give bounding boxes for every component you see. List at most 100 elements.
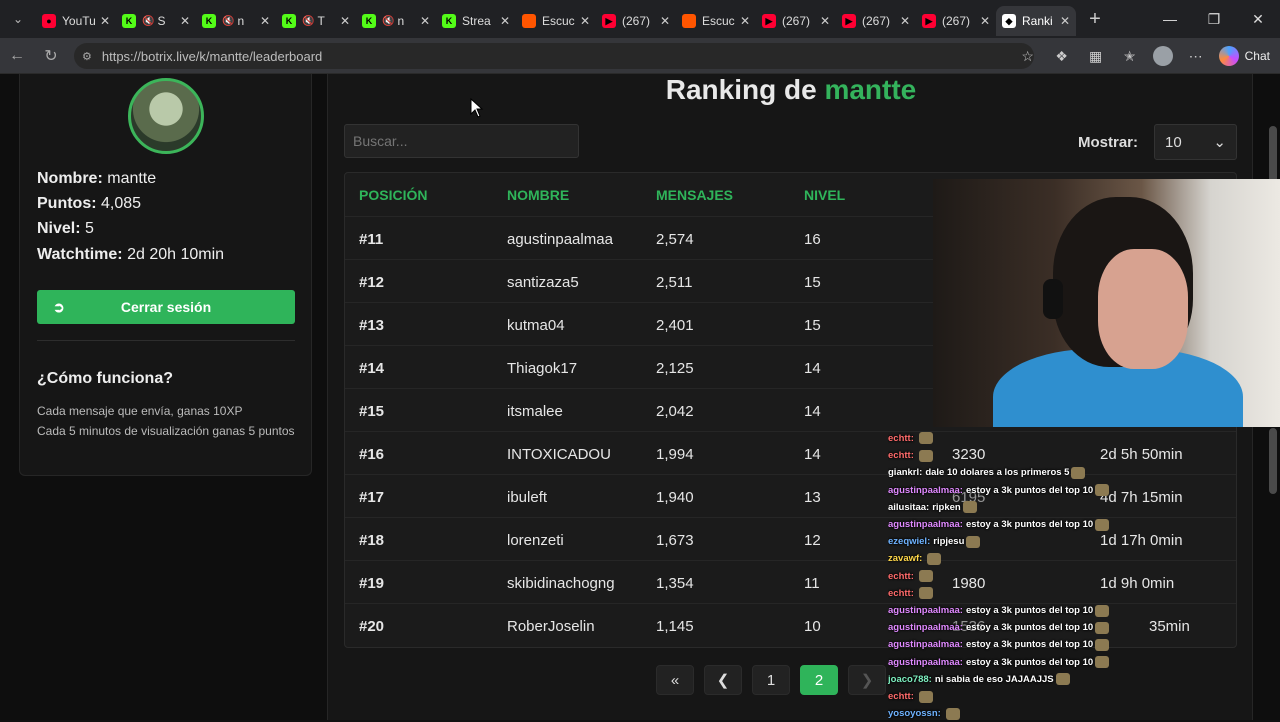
- browser-tab[interactable]: ▶ (267) ✕: [596, 6, 676, 36]
- prev-page-icon[interactable]: ❮: [704, 665, 742, 695]
- next-page-icon[interactable]: ❯: [848, 665, 886, 695]
- close-tab-icon[interactable]: ✕: [100, 14, 110, 28]
- close-tab-icon[interactable]: ✕: [420, 14, 430, 28]
- browser-tab[interactable]: ◆ Ranki ✕: [996, 6, 1076, 36]
- more-menu-icon[interactable]: ⋯: [1185, 45, 1207, 67]
- nivel-value: 5: [85, 220, 94, 237]
- profile-nivel: Nivel: 5: [37, 220, 94, 238]
- restore-icon[interactable]: ❐: [1192, 0, 1236, 38]
- show-count-select[interactable]: 10 ⌄: [1154, 124, 1237, 160]
- minimize-icon[interactable]: —: [1148, 0, 1192, 38]
- reload-icon[interactable]: ↻: [34, 38, 68, 74]
- chat-username[interactable]: agustinpaalmaa:: [888, 639, 963, 650]
- emote-icon: [918, 587, 933, 600]
- cell-pos: #17: [359, 489, 385, 506]
- favorites-icon[interactable]: ✭: [1119, 45, 1141, 67]
- split-screen-icon[interactable]: ▦: [1085, 45, 1107, 67]
- browser-tab[interactable]: K 🔇 T ✕: [276, 6, 356, 36]
- cell-lvl: 11: [804, 575, 820, 592]
- tab-strip: ●YouTube✕K🔇S✕K🔇n✕K🔇T✕K🔇n✕KStrea✕Escuc✕▶(…: [36, 2, 1076, 36]
- watch-value: 2d 20h 10min: [127, 246, 225, 263]
- how-it-works-line-2: Cada 5 minutos de visualización ganas 5 …: [37, 424, 295, 438]
- chat-username[interactable]: echtt:: [888, 571, 914, 582]
- close-tab-icon[interactable]: ✕: [660, 14, 670, 28]
- chat-username[interactable]: agustinpaalmaa:: [888, 622, 963, 633]
- close-tab-icon[interactable]: ✕: [180, 14, 190, 28]
- close-tab-icon[interactable]: ✕: [580, 14, 590, 28]
- browser-tab[interactable]: K 🔇 n ✕: [356, 6, 436, 36]
- browser-tab[interactable]: K 🔇 S ✕: [116, 6, 196, 36]
- show-count-value: 10: [1165, 133, 1182, 151]
- cell-pos: #13: [359, 317, 385, 334]
- browser-tab[interactable]: K 🔇 n ✕: [196, 6, 276, 36]
- tab-search-chevron-icon[interactable]: ⌄: [0, 0, 36, 38]
- chat-username[interactable]: agustinpaalmaa:: [888, 605, 963, 616]
- browser-tab[interactable]: ● YouTube ✕: [36, 6, 116, 36]
- chat-username[interactable]: zavawf:: [888, 553, 922, 564]
- chat-message: echtt:: [888, 568, 1188, 585]
- close-window-icon[interactable]: ✕: [1236, 0, 1280, 38]
- close-tab-icon[interactable]: ✕: [740, 14, 750, 28]
- address-bar[interactable]: ⚙ https://botrix.live/k/mantte/leaderboa…: [74, 43, 1034, 69]
- close-tab-icon[interactable]: ✕: [500, 14, 510, 28]
- chat-username[interactable]: echtt:: [888, 691, 914, 702]
- close-tab-icon[interactable]: ✕: [260, 14, 270, 28]
- emote-icon: [918, 690, 933, 703]
- nombre-value: mantte: [107, 170, 157, 187]
- profile-watchtime: Watchtime: 2d 20h 10min: [37, 246, 224, 264]
- browser-tab[interactable]: ▶ (267) ✕: [916, 6, 996, 36]
- chat-username[interactable]: echtt:: [888, 588, 914, 599]
- chat-username[interactable]: agustinpaalmaa:: [888, 519, 963, 530]
- cell-lvl: 14: [804, 446, 821, 463]
- chat-text: estoy a 3k puntos del top 10: [965, 605, 1094, 617]
- close-tab-icon[interactable]: ✕: [980, 14, 990, 28]
- cell-msgs: 1,940: [656, 489, 694, 506]
- header-messages[interactable]: MENSAJES: [656, 187, 733, 203]
- chat-username[interactable]: ezeqwiel:: [888, 536, 930, 547]
- emote-icon: [1095, 656, 1110, 669]
- browser-tab[interactable]: K Strea ✕: [436, 6, 516, 36]
- how-it-works-line-1: Cada mensaje que envía, ganas 10XP: [37, 404, 243, 418]
- search-input[interactable]: [344, 124, 579, 158]
- site-info-icon[interactable]: ⚙: [82, 50, 92, 63]
- logout-button[interactable]: ➲ Cerrar sesión: [37, 290, 295, 324]
- divider: [37, 340, 295, 341]
- close-tab-icon[interactable]: ✕: [900, 14, 910, 28]
- browser-tab[interactable]: ▶ (267) ✕: [756, 6, 836, 36]
- page-1-button[interactable]: 1: [752, 665, 790, 695]
- muted-speaker-icon[interactable]: 🔇: [142, 16, 154, 27]
- copilot-chat-button[interactable]: Chat: [1218, 46, 1270, 66]
- browser-tab[interactable]: Escuc ✕: [516, 6, 596, 36]
- close-tab-icon[interactable]: ✕: [1060, 14, 1070, 28]
- muted-speaker-icon[interactable]: 🔇: [382, 16, 394, 27]
- chat-username[interactable]: ailusitaa:: [888, 502, 929, 513]
- chat-username[interactable]: yosoyossn:: [888, 708, 941, 719]
- profile-avatar[interactable]: [1152, 46, 1173, 66]
- chat-username[interactable]: agustinpaalmaa:: [888, 657, 963, 668]
- header-position[interactable]: POSICIÓN: [359, 187, 427, 203]
- page-2-button[interactable]: 2: [800, 665, 838, 695]
- browser-tab[interactable]: ▶ (267) ✕: [836, 6, 916, 36]
- new-tab-button[interactable]: +: [1080, 4, 1110, 34]
- extensions-icon[interactable]: ❖: [1051, 45, 1073, 67]
- cell-msgs: 1,673: [656, 532, 694, 549]
- chat-username[interactable]: agustinpaalmaa:: [888, 485, 963, 496]
- muted-speaker-icon[interactable]: 🔇: [302, 16, 314, 27]
- first-page-icon[interactable]: «: [656, 665, 694, 695]
- favorite-star-icon[interactable]: ☆: [1017, 45, 1039, 67]
- chat-username[interactable]: giankrl:: [888, 467, 922, 478]
- close-tab-icon[interactable]: ✕: [340, 14, 350, 28]
- back-icon[interactable]: ←: [0, 38, 34, 74]
- muted-speaker-icon[interactable]: 🔇: [222, 16, 234, 27]
- header-level[interactable]: NIVEL: [804, 187, 845, 203]
- chat-username[interactable]: echtt:: [888, 450, 914, 461]
- browser-tab[interactable]: Escuc ✕: [676, 6, 756, 36]
- scrollbar-thumb-lower[interactable]: [1269, 428, 1277, 494]
- cell-lvl: 16: [804, 231, 821, 248]
- chat-username[interactable]: joaco788:: [888, 674, 932, 685]
- tab-title: (267): [622, 14, 651, 28]
- chat-username[interactable]: echtt:: [888, 433, 914, 444]
- header-name[interactable]: NOMBRE: [507, 187, 569, 203]
- nivel-label: Nivel:: [37, 220, 81, 237]
- close-tab-icon[interactable]: ✕: [820, 14, 830, 28]
